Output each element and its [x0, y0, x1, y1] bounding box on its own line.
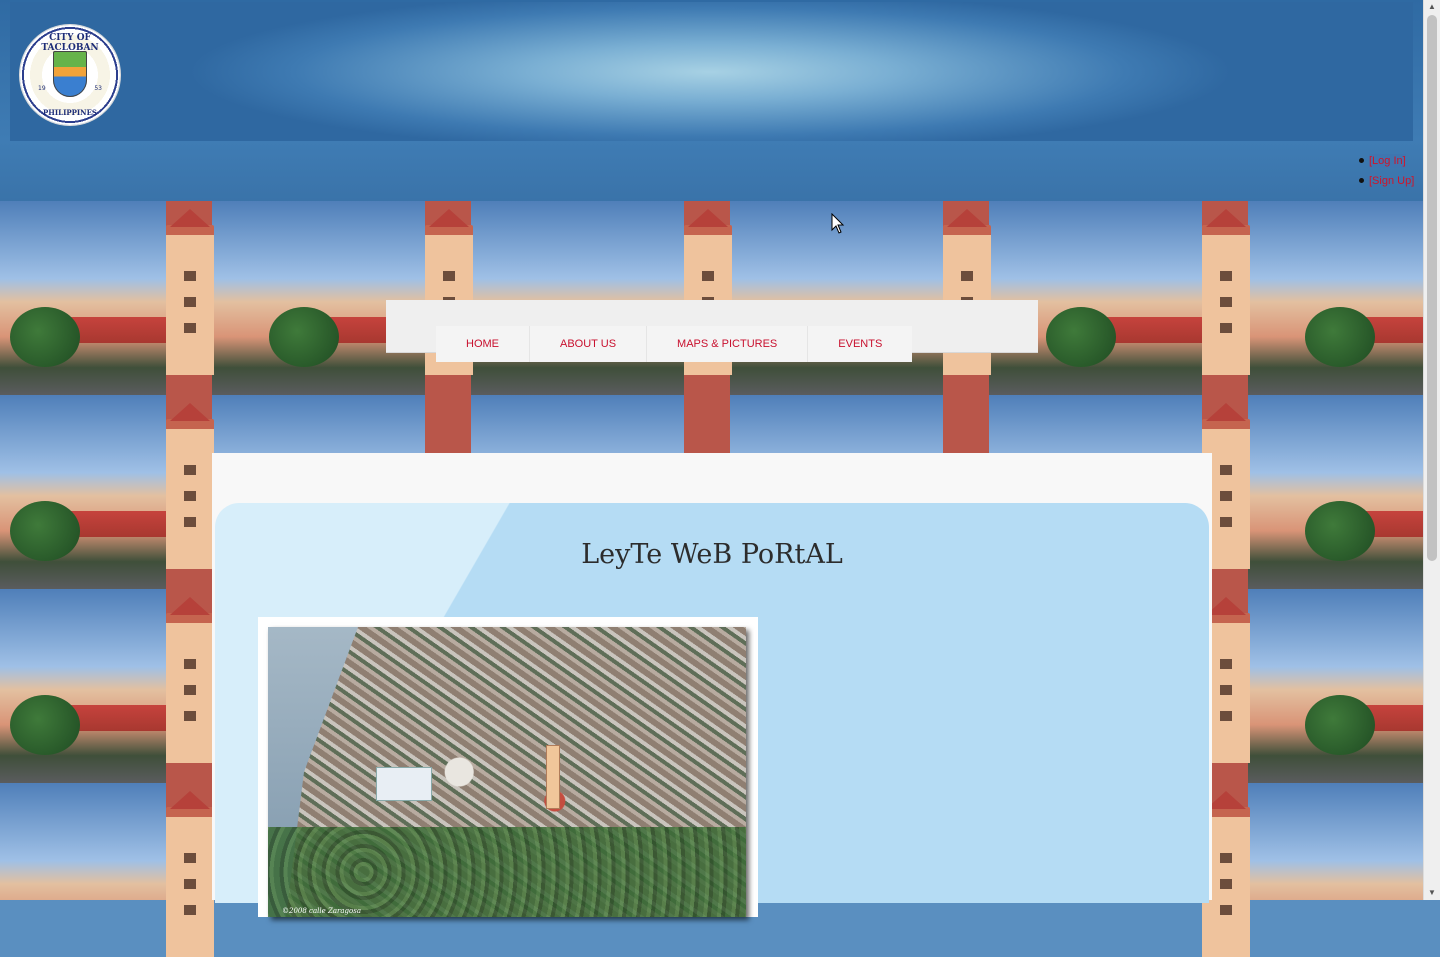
- main-nav: HOME ABOUT US MAPS & PICTURES EVENTS: [436, 326, 913, 362]
- aerial-city-photo[interactable]: ©2008 calle Zaragosa: [268, 627, 746, 917]
- nav-container: HOME ABOUT US MAPS & PICTURES EVENTS: [386, 300, 1038, 362]
- nav-about-us[interactable]: ABOUT US: [530, 326, 648, 362]
- mouse-cursor-icon: [831, 213, 845, 234]
- tree: [1305, 695, 1375, 755]
- signup-item: [Sign Up]: [1355, 172, 1414, 192]
- main-content: LeyTe WeB PoRtAL ©2008 calle Zaragosa: [212, 453, 1212, 917]
- photo-frame: ©2008 calle Zaragosa: [258, 617, 758, 917]
- tree: [1305, 307, 1375, 367]
- photo-greenery: [268, 827, 746, 917]
- tree: [269, 307, 339, 367]
- scroll-thumb[interactable]: [1427, 15, 1437, 561]
- page-scrollbar[interactable]: ▲ ▼: [1423, 0, 1440, 900]
- content-panel: LeyTe WeB PoRtAL ©2008 calle Zaragosa: [215, 503, 1209, 917]
- login-item: [Log In]: [1355, 152, 1414, 172]
- page-title: LeyTe WeB PoRtAL: [581, 539, 843, 570]
- scroll-down-icon[interactable]: ▼: [1424, 886, 1440, 900]
- site-header: CITY OF TACLOBAN 19 53 PHILIPPINES [Log …: [0, 0, 1423, 201]
- church-tower: [1202, 209, 1250, 375]
- church-tower: [166, 403, 214, 569]
- tree: [10, 307, 80, 367]
- church-tower: [166, 597, 214, 763]
- church-tower: [166, 791, 214, 957]
- seal-bottom-text: PHILIPPINES: [43, 108, 97, 117]
- signup-link[interactable]: [Sign Up]: [1369, 175, 1414, 187]
- tree: [10, 695, 80, 755]
- login-link[interactable]: [Log In]: [1369, 154, 1406, 168]
- church-tower: [166, 209, 214, 375]
- seal-year-right: 53: [94, 85, 102, 92]
- nav-home[interactable]: HOME: [436, 326, 530, 362]
- seal-year-left: 19: [38, 85, 46, 92]
- auth-links: [Log In] [Sign Up]: [1355, 152, 1414, 192]
- nav-maps-pictures[interactable]: MAPS & PICTURES: [647, 326, 809, 362]
- photo-credit: ©2008 calle Zaragosa: [282, 907, 361, 915]
- photo-building: [376, 767, 432, 801]
- tree: [1305, 501, 1375, 561]
- scroll-up-icon[interactable]: ▲: [1424, 0, 1440, 14]
- nav-events[interactable]: EVENTS: [808, 326, 912, 362]
- photo-bell-tower: [546, 745, 560, 809]
- header-banner: CITY OF TACLOBAN 19 53 PHILIPPINES: [10, 2, 1413, 141]
- tree: [10, 501, 80, 561]
- seal-ring-text: CITY OF TACLOBAN: [41, 33, 99, 53]
- tree: [1046, 307, 1116, 367]
- seal-shield-icon: [53, 51, 87, 97]
- city-seal-logo[interactable]: CITY OF TACLOBAN 19 53 PHILIPPINES: [20, 25, 120, 125]
